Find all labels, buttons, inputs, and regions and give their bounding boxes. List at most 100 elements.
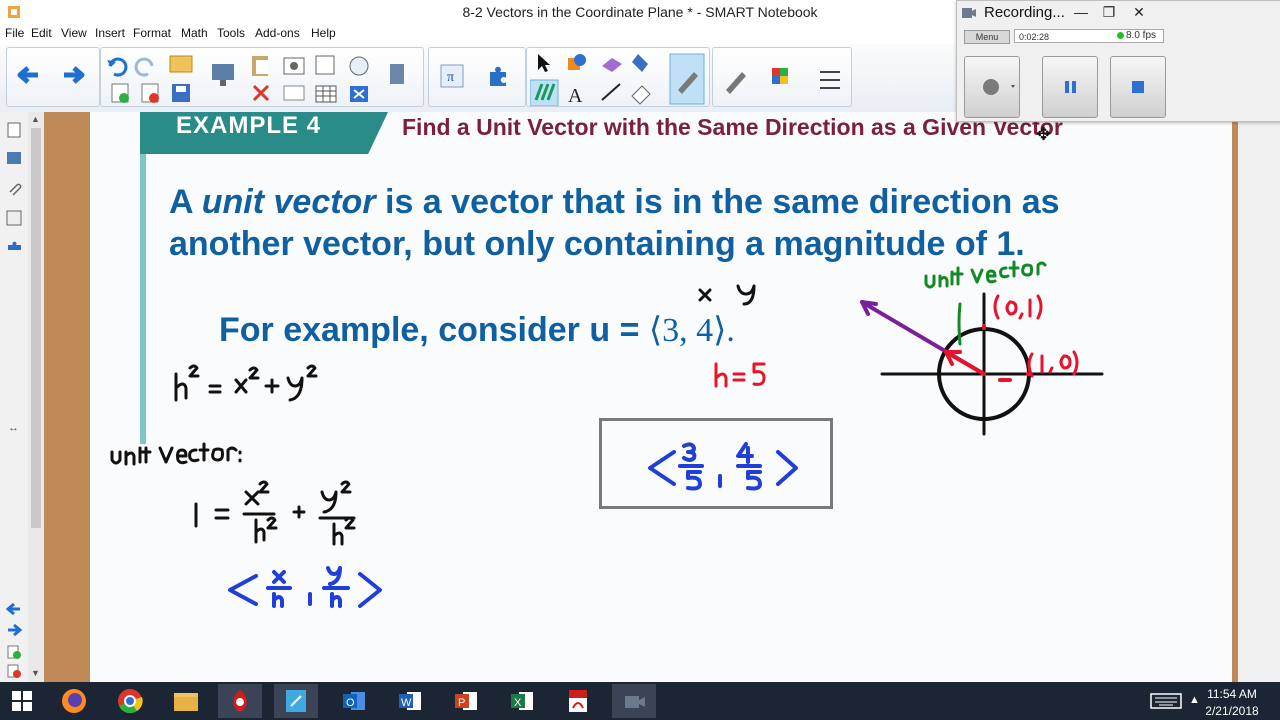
- screen-display-icon[interactable]: [212, 64, 234, 86]
- file-explorer-icon[interactable]: [164, 684, 208, 718]
- gallery-tab-icon[interactable]: [6, 150, 22, 166]
- menu-format[interactable]: Format: [133, 26, 171, 40]
- addons-tab-icon[interactable]: [6, 240, 22, 256]
- example-banner-text: EXAMPLE 4: [176, 112, 322, 139]
- firefox-icon[interactable]: [52, 684, 96, 718]
- clear-icon[interactable]: [252, 84, 270, 102]
- scrollbar-thumb[interactable]: [31, 128, 41, 528]
- chrome-icon[interactable]: [108, 684, 152, 718]
- fill-icon[interactable]: [632, 54, 648, 72]
- save-icon[interactable]: [172, 84, 190, 102]
- paste-icon[interactable]: [252, 56, 268, 76]
- smart-recorder-icon[interactable]: [218, 684, 262, 718]
- clock-date[interactable]: 2/21/2018: [1200, 704, 1264, 718]
- svg-text:π: π: [447, 70, 454, 85]
- scroll-up-icon[interactable]: ▲: [31, 114, 40, 124]
- open-folder-icon[interactable]: [169, 55, 193, 73]
- side-tabs: [0, 112, 29, 682]
- pen-properties-icon[interactable]: [726, 72, 746, 94]
- text-tool-icon[interactable]: A: [568, 85, 583, 107]
- menu-file[interactable]: File: [5, 26, 24, 40]
- menu-edit[interactable]: Edit: [31, 26, 52, 40]
- pens-icon[interactable]: [529, 79, 559, 107]
- undo-icon[interactable]: [107, 57, 128, 77]
- forward-arrow-icon[interactable]: [60, 62, 88, 93]
- new-page-icon[interactable]: [111, 83, 129, 103]
- definition-prefix: A: [169, 183, 202, 221]
- addons-puzzle-icon[interactable]: [486, 64, 510, 93]
- add-page-icon[interactable]: [6, 645, 22, 661]
- scroll-down-icon[interactable]: ▼: [31, 668, 40, 678]
- edit-tools: [104, 50, 414, 106]
- recorder-close-button[interactable]: ✕: [1124, 0, 1154, 24]
- drawing-tools: A: [529, 50, 706, 107]
- back-arrow-icon[interactable]: [14, 62, 42, 93]
- record-button[interactable]: [964, 56, 1020, 118]
- attachments-tab-icon[interactable]: [6, 180, 22, 196]
- select-arrow-icon[interactable]: [538, 54, 550, 72]
- definition-line-2: another vector, but only containing a ma…: [169, 225, 1025, 263]
- shapes-icon[interactable]: [568, 54, 586, 70]
- resize-sidebar-icon[interactable]: ↔: [8, 422, 19, 434]
- example-vector: ⟨3, 4⟩.: [648, 312, 735, 349]
- move-cursor-icon: ✥: [1036, 124, 1052, 144]
- recorder-app-icon: [961, 5, 977, 26]
- page-sorter-tab-icon[interactable]: [6, 122, 22, 138]
- color-palette-icon[interactable]: [772, 68, 788, 84]
- menu-insert[interactable]: Insert: [95, 26, 125, 40]
- close-page-icon[interactable]: [350, 86, 368, 102]
- web-icon[interactable]: [349, 56, 369, 76]
- tray-expand-icon[interactable]: ▲: [1189, 694, 1200, 706]
- table-tool-icon[interactable]: [315, 55, 335, 75]
- eraser-icon[interactable]: [631, 85, 651, 105]
- powerpoint-icon[interactable]: P: [444, 684, 488, 718]
- menu-math[interactable]: Math: [181, 26, 208, 40]
- svg-text:X: X: [514, 697, 522, 709]
- delete-page-side-icon[interactable]: [6, 664, 22, 680]
- definition-term: unit vector: [201, 183, 376, 221]
- active-pen-icon[interactable]: [669, 53, 705, 105]
- pdf-reader-icon[interactable]: [556, 684, 600, 718]
- keyboard-icon[interactable]: [1150, 692, 1182, 715]
- recorder-fps: 8.0 fps: [1126, 30, 1157, 41]
- recorder-status-dot: [1117, 32, 1124, 39]
- eraser-shape-icon[interactable]: [602, 58, 622, 72]
- smart-notebook-icon[interactable]: [274, 684, 318, 718]
- definition-line-1: A unit vector is a vector that is in the…: [169, 183, 1060, 222]
- next-page-icon[interactable]: [6, 623, 23, 639]
- menu-view[interactable]: View: [61, 26, 87, 40]
- line-style-icon[interactable]: [820, 71, 840, 89]
- clock-time[interactable]: 11:54 AM: [1200, 687, 1264, 701]
- banner-accent-strip: [140, 154, 146, 444]
- svg-text:W: W: [401, 697, 412, 709]
- redo-icon[interactable]: [134, 57, 154, 77]
- page-sorter-icon[interactable]: [283, 85, 305, 101]
- menu-tools[interactable]: Tools: [217, 26, 245, 40]
- svg-text:O: O: [346, 697, 355, 709]
- grid-icon[interactable]: [315, 85, 337, 103]
- outlook-icon[interactable]: O: [332, 684, 376, 718]
- menu-help[interactable]: Help: [311, 26, 336, 40]
- stop-button[interactable]: [1110, 56, 1166, 118]
- recorder-menu-button[interactable]: Menu: [964, 30, 1010, 44]
- definition-rest: is a vector that is in the same directio…: [375, 183, 1060, 221]
- excel-icon[interactable]: X: [500, 684, 544, 718]
- word-icon[interactable]: W: [388, 684, 432, 718]
- recorder-title: Recording...: [984, 4, 1065, 21]
- recorder-maximize-button[interactable]: ❐: [1094, 0, 1124, 24]
- recorder-minimize-button[interactable]: —: [1066, 0, 1096, 24]
- delete-page-icon[interactable]: [141, 83, 159, 103]
- pause-button[interactable]: [1042, 56, 1098, 118]
- menu-addons[interactable]: Add-ons: [255, 26, 300, 40]
- line-tool-icon[interactable]: [601, 83, 621, 101]
- screen-capture-icon[interactable]: [283, 57, 305, 75]
- properties-tab-icon[interactable]: [6, 210, 22, 226]
- math-pi-icon[interactable]: π: [440, 64, 464, 93]
- example-statement: For example, consider u = ⟨3, 4⟩.: [219, 310, 735, 350]
- property-tools: [720, 62, 850, 98]
- prev-page-icon[interactable]: [5, 602, 22, 618]
- video-recorder-icon[interactable]: [612, 684, 656, 718]
- screen-shade-icon[interactable]: [390, 64, 404, 84]
- answer-box[interactable]: [599, 418, 833, 509]
- windows-start-icon[interactable]: [0, 684, 44, 718]
